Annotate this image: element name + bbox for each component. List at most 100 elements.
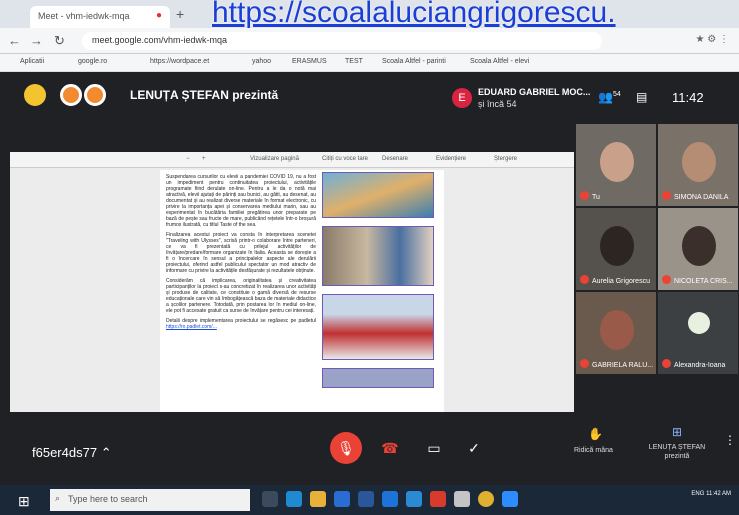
- presenter-banner: LENUȚA ȘTEFAN prezintă: [130, 88, 279, 102]
- meeting-code-text: f65er4ds77: [32, 445, 98, 460]
- bookmark-item[interactable]: Aplicatii: [20, 58, 44, 65]
- browser-tab[interactable]: Meet - vhm-iedwk-mqa ●: [30, 6, 170, 28]
- participant-tile[interactable]: NICOLETA CRIS...: [658, 208, 738, 290]
- doc-photo: [322, 172, 434, 218]
- participant-video: [682, 142, 716, 182]
- camera-toggle-button[interactable]: ▭: [418, 432, 450, 464]
- system-tray[interactable]: ENG 11:42 AM: [691, 489, 731, 499]
- doc-tool[interactable]: Desenare: [382, 156, 408, 162]
- bookmark-item[interactable]: https://wordpace.et: [150, 58, 209, 65]
- zoom-in-icon[interactable]: +: [202, 156, 206, 162]
- shared-document: − + Vizualizare pagină Citiți cu voce ta…: [10, 152, 574, 412]
- tab-title: Meet - vhm-iedwk-mqa: [38, 11, 130, 21]
- circle-badge-icon[interactable]: [60, 84, 82, 106]
- avatar: E: [452, 88, 472, 108]
- host-name: EDUARD GABRIEL MOC...: [478, 87, 591, 97]
- taskbar-search-input[interactable]: ⌕ Type here to search: [50, 489, 250, 511]
- store-icon[interactable]: [334, 491, 350, 507]
- chrome-icon[interactable]: [478, 491, 494, 507]
- bookmark-item[interactable]: Scoala Altfel - elevi: [470, 58, 529, 65]
- tray-time: 11:42 AM: [706, 491, 731, 497]
- doc-tool[interactable]: Vizualizare pagină: [250, 156, 299, 162]
- back-icon[interactable]: ←: [8, 33, 21, 48]
- app-icon[interactable]: [430, 491, 446, 507]
- participant-video: [600, 226, 634, 266]
- doc-tool[interactable]: Evidențiere: [436, 156, 466, 162]
- meet-header: LENUȚA ȘTEFAN prezintă E EDUARD GABRIEL …: [0, 72, 739, 122]
- url-input[interactable]: meet.google.com/vhm-iedwk-mqa: [82, 32, 602, 50]
- doc-tool[interactable]: Citiți cu voce tare: [322, 156, 368, 162]
- tray-lang: ENG: [691, 491, 705, 497]
- mic-off-icon: [580, 275, 589, 284]
- participant-video: [600, 310, 634, 350]
- doc-tool[interactable]: Ștergere: [494, 156, 517, 162]
- clock: 11:42: [672, 90, 704, 105]
- chat-icon[interactable]: ▤: [636, 90, 647, 104]
- zoom-out-icon[interactable]: −: [186, 156, 190, 162]
- reload-icon[interactable]: ↻: [54, 33, 65, 49]
- forward-icon[interactable]: →: [30, 33, 43, 48]
- bookmark-item[interactable]: ERASMUS: [292, 58, 327, 65]
- file-explorer-icon[interactable]: [310, 491, 326, 507]
- more-options-icon[interactable]: ⋮: [724, 433, 736, 447]
- mail-icon[interactable]: [406, 491, 422, 507]
- doc-toolbar: − + Vizualizare pagină Citiți cu voce ta…: [10, 152, 574, 168]
- participant-name: Aurelia Grigorescu: [592, 278, 650, 285]
- doc-page: Suspendarea cursurilor cu elevii a pande…: [160, 170, 444, 412]
- task-view-icon[interactable]: [262, 491, 278, 507]
- captions-button[interactable]: ✓: [458, 432, 490, 464]
- app-icon[interactable]: [382, 491, 398, 507]
- people-button[interactable]: 👥54: [598, 90, 621, 104]
- leave-call-button[interactable]: ☎: [374, 432, 406, 464]
- bookmark-item[interactable]: google.ro: [78, 58, 107, 65]
- close-tab-icon[interactable]: ●: [156, 10, 162, 21]
- participant-tile[interactable]: Tu: [576, 124, 656, 206]
- windows-start-icon[interactable]: ⊞: [18, 493, 30, 510]
- app-icon[interactable]: [454, 491, 470, 507]
- doc-photo: [322, 368, 434, 388]
- raise-hand-icon[interactable]: ✋: [588, 427, 603, 441]
- screen: https://scoalaluciangrigorescu. Meet - v…: [0, 0, 739, 515]
- participant-name: GABRIELA RALU...: [592, 362, 654, 369]
- meet-controls: f65er4ds77 ⌃ 🎙 ☎ ▭ ✓ ✋ Ridică mâna ⊞ LEN…: [0, 417, 739, 485]
- participant-tile[interactable]: GABRIELA RALU...: [576, 292, 656, 374]
- present-icon[interactable]: ⊞: [672, 425, 682, 439]
- bookmark-item[interactable]: yahoo: [252, 58, 271, 65]
- participant-tile[interactable]: Aurelia Grigorescu: [576, 208, 656, 290]
- host-chip[interactable]: E EDUARD GABRIEL MOC... și încă 54: [452, 84, 590, 114]
- app-icon[interactable]: [502, 491, 518, 507]
- bookmark-item[interactable]: TEST: [345, 58, 363, 65]
- mic-toggle-button[interactable]: 🎙: [330, 432, 362, 464]
- bookmark-item[interactable]: Scoala Altfel - parinti: [382, 58, 446, 65]
- participant-tile[interactable]: Alexandra-Ioana: [658, 292, 738, 374]
- mic-off-icon: [580, 191, 589, 200]
- meet-window: LENUȚA ȘTEFAN prezintă E EDUARD GABRIEL …: [0, 72, 739, 485]
- circle-badge-icon[interactable]: [84, 84, 106, 106]
- raise-hand-label: Ridică mâna: [574, 447, 613, 454]
- bookmarks-bar: Aplicatii google.ro https://wordpace.et …: [0, 54, 739, 72]
- hang-up-icon: ☎: [381, 440, 399, 456]
- new-tab-icon[interactable]: +: [176, 6, 184, 22]
- mic-off-icon: [580, 359, 589, 368]
- doc-paragraph: Finalizarea acestui proiect va consta în…: [166, 232, 316, 274]
- padlet-link[interactable]: https://ro.padlet.com/...: [166, 324, 217, 330]
- edge-icon[interactable]: [286, 491, 302, 507]
- word-icon[interactable]: [358, 491, 374, 507]
- participant-name: Tu: [592, 194, 600, 201]
- doc-paragraph: Considerăm că implicarea, originalitatea…: [166, 278, 316, 314]
- chevron-up-icon: ⌃: [100, 445, 112, 460]
- presenting-label: LENUȚA ȘTEFAN prezintă: [648, 444, 706, 460]
- people-count: 54: [612, 91, 621, 98]
- doc-text: Suspendarea cursurilor cu elevii a pande…: [166, 174, 316, 334]
- camera-icon: ▭: [427, 440, 441, 456]
- doc-paragraph: Suspendarea cursurilor cu elevii a pande…: [166, 174, 316, 228]
- meeting-code[interactable]: f65er4ds77 ⌃: [32, 445, 112, 461]
- browser-extensions-icons[interactable]: ★ ⚙ ⋮: [696, 34, 730, 45]
- participant-avatar: [688, 312, 710, 334]
- mic-off-icon: [662, 191, 671, 200]
- participant-name: Alexandra-Ioana: [674, 362, 726, 369]
- participant-tile[interactable]: SIMONA DANILA: [658, 124, 738, 206]
- overlay-url-link[interactable]: https://scoalaluciangrigorescu.: [212, 0, 616, 30]
- emoji-reaction-icon[interactable]: [24, 84, 46, 106]
- mic-off-icon: [662, 275, 671, 284]
